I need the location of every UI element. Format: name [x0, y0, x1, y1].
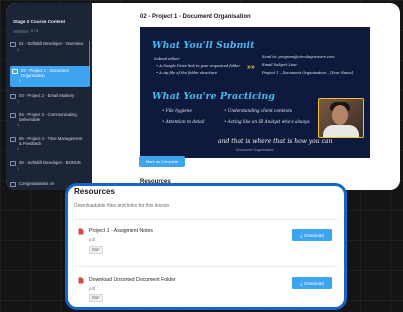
sidebar-item-project-1[interactable]: 02 - Project 1 - Document Organisation 1 [10, 66, 90, 87]
checkbox-icon [10, 113, 16, 118]
mark-complete-button[interactable]: Mark as Complete [139, 156, 185, 167]
sidebar-item-label: 06 - Softskill Developer - BONUS [19, 160, 81, 165]
sidebar-item-meta: 3 [17, 47, 19, 52]
resource-badge: PDF [89, 246, 103, 254]
lesson-title: 02 - Project 1 - Document Organisation [140, 14, 251, 20]
progress-label: 0 / 8 [31, 29, 39, 33]
video-email-subject: Email Subject Line: [262, 63, 298, 67]
resource-name[interactable]: Download Unsorted Document Folder [89, 277, 176, 283]
lesson-video[interactable]: What You'll Submit Submit either: • A Go… [140, 27, 370, 158]
sidebar-progress: 0 / 8 [13, 29, 38, 33]
video-submit-option: • A Google Drive link to your organized … [156, 64, 241, 68]
download-label: Download [304, 280, 324, 286]
video-submit-either: Submit either: [154, 57, 181, 61]
video-subtitle: Document Organisation [236, 148, 274, 152]
sidebar-item-meta: 1 [17, 147, 19, 152]
sidebar-item-label: 03 - Project 2 - Email Mastery [19, 93, 75, 98]
sidebar-item-project-3[interactable]: 04 - Project 3 - Communicating Deliverab… [10, 112, 86, 129]
checkbox-icon [12, 69, 18, 74]
checkbox-icon [10, 137, 16, 142]
download-label: Download [304, 232, 324, 238]
video-bullet: • File hygiene [162, 108, 192, 113]
lesson-card: Stage 2 Course Content 0 / 8 01 - Softsk… [6, 3, 400, 190]
checkbox-icon [10, 94, 16, 99]
sidebar-item-label: 05 - Project 4 - Time Management & Feedb… [19, 136, 83, 147]
sidebar-item-meta: 1 [17, 166, 19, 171]
presenter-webcam [318, 98, 364, 138]
sidebar-item-label: 02 - Project 1 - Document Organisation [21, 68, 69, 79]
sidebar-item-label: 01 - Softskill Developer - Overview [19, 41, 84, 46]
download-button[interactable]: ⤓ Download [292, 229, 332, 241]
video-caption: and that is where that is how you can [218, 138, 333, 145]
sidebar-item-bonus[interactable]: 06 - Softskill Developer - BONUS 1 [10, 160, 86, 172]
resource-type: pdf [89, 237, 96, 242]
sidebar-item-overview[interactable]: 01 - Softskill Developer - Overview 3 [10, 41, 86, 53]
video-heading-practicing: What You're Practicing [152, 91, 275, 102]
sidebar-item-label: Congratulations on [19, 181, 55, 186]
sidebar-item-meta: 1 [17, 123, 19, 128]
checkbox-icon [10, 161, 16, 166]
checkbox-icon [10, 182, 16, 187]
resources-description: Downloadable files and links for this le… [74, 203, 171, 209]
sidebar-item-project-2[interactable]: 03 - Project 2 - Email Mastery 1 [10, 93, 86, 105]
divider [74, 266, 338, 267]
resource-name[interactable]: Project 1 - Assigment Notes [89, 228, 153, 234]
resources-panel: Resources Downloadable files and links f… [65, 183, 347, 310]
download-icon: ⤓ [300, 280, 303, 286]
sidebar-item-meta: 1 [19, 79, 21, 84]
sidebar-item-project-4[interactable]: 05 - Project 4 - Time Management & Feedb… [10, 136, 86, 153]
video-send-to: Send to: program@circulaycareers.com [262, 55, 335, 59]
video-bullet: • Understanding client contexts [224, 108, 293, 113]
video-bullet: • Attention to detail [162, 119, 205, 124]
progress-bar [13, 29, 29, 33]
video-heading-submit: What You'll Submit [152, 40, 255, 51]
arrow-icon: »» [247, 64, 255, 71]
resources-title: Resources [74, 187, 115, 196]
download-icon: ⤓ [300, 232, 303, 238]
course-sidebar: Stage 2 Course Content 0 / 8 01 - Softsk… [6, 3, 92, 190]
resource-type: pdf [89, 286, 96, 291]
video-subject-value: Project 1 – Document Organisation – [You… [262, 71, 354, 75]
sidebar-item-meta: 1 [17, 99, 19, 104]
sidebar-title: Stage 2 Course Content [13, 19, 66, 24]
resource-badge: PDF [89, 294, 103, 302]
download-button[interactable]: ⤓ Download [292, 277, 332, 289]
sidebar-item-label: 04 - Project 3 - Communicating Deliverab… [19, 112, 77, 123]
divider [74, 219, 338, 220]
checkbox-icon [10, 42, 16, 47]
pdf-file-icon [78, 277, 84, 284]
video-bullet: • Acting like an IB Analyst who's always [224, 119, 310, 124]
pdf-file-icon [78, 228, 84, 235]
video-submit-option: • A zip file of the folder structure [156, 71, 217, 75]
